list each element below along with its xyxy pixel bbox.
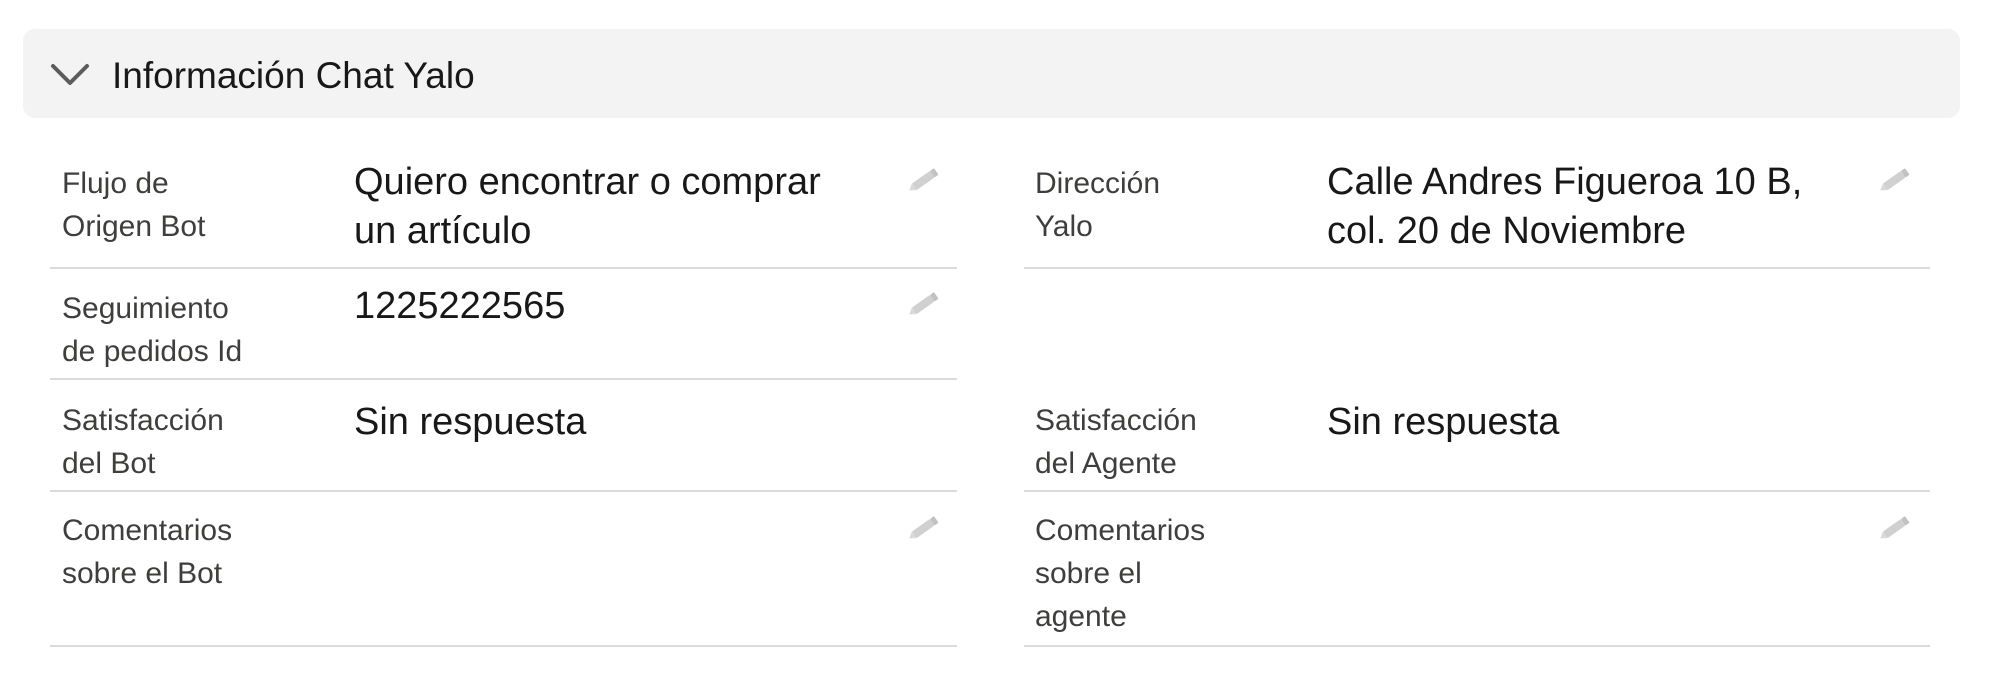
field-label-satisfaccion-agente-line2: del Agente — [1035, 447, 1177, 480]
field-value-satisfaccion-agente: Sin respuesta — [1327, 401, 1560, 443]
edit-flujo-origen-bot-button[interactable] — [902, 158, 946, 202]
divider — [50, 267, 957, 269]
edit-comentarios-bot-button[interactable] — [902, 506, 946, 550]
field-label-comentarios-agente-line1: Comentarios — [1035, 514, 1206, 547]
section-title[interactable]: Información Chat Yalo — [112, 54, 475, 98]
pencil-icon — [909, 168, 939, 191]
field-value-direccion-yalo-line1: Calle Andres Figueroa 10 B, — [1327, 161, 1803, 203]
field-label-direccion-yalo-line2: Yalo — [1035, 210, 1093, 243]
field-label-comentarios-bot-line2: sobre el Bot — [62, 557, 223, 590]
edit-seguimiento-pedidos-button[interactable] — [902, 282, 946, 326]
pencil-icon — [909, 292, 939, 315]
divider — [1024, 490, 1930, 492]
edit-direccion-yalo-button[interactable] — [1873, 158, 1917, 202]
divider — [1024, 267, 1930, 269]
field-label-seguimiento-pedidos-line2: de pedidos Id — [62, 335, 243, 368]
pencil-icon — [1880, 516, 1910, 539]
field-label-satisfaccion-bot-line2: del Bot — [62, 447, 156, 480]
divider — [50, 490, 957, 492]
field-value-seguimiento-pedidos-id: 1225222565 — [354, 285, 566, 327]
field-label-comentarios-agente-line3: agente — [1035, 600, 1127, 633]
field-value-satisfaccion-bot: Sin respuesta — [354, 401, 587, 443]
field-value-flujo-origen-bot-line1: Quiero encontrar o comprar — [354, 161, 821, 203]
field-label-comentarios-agente-line2: sobre el — [1035, 557, 1142, 590]
pencil-icon — [909, 516, 939, 539]
field-label-flujo-origen-bot-line2: Origen Bot — [62, 210, 206, 243]
edit-comentarios-agente-button[interactable] — [1873, 506, 1917, 550]
divider — [1024, 645, 1930, 647]
field-label-flujo-origen-bot-line1: Flujo de — [62, 167, 169, 200]
field-label-seguimiento-pedidos-line1: Seguimiento — [62, 292, 229, 325]
field-label-satisfaccion-bot-line1: Satisfacción — [62, 404, 224, 437]
field-label-comentarios-bot-line1: Comentarios — [62, 514, 233, 547]
divider — [50, 645, 957, 647]
field-label-direccion-yalo-line1: Dirección — [1035, 167, 1161, 200]
field-value-flujo-origen-bot-line2: un artículo — [354, 210, 532, 252]
field-value-direccion-yalo-line2: col. 20 de Noviembre — [1327, 210, 1687, 252]
pencil-icon — [1880, 168, 1910, 191]
divider — [50, 378, 957, 380]
chevron-down-icon[interactable] — [49, 60, 91, 90]
field-label-satisfaccion-agente-line1: Satisfacción — [1035, 404, 1197, 437]
